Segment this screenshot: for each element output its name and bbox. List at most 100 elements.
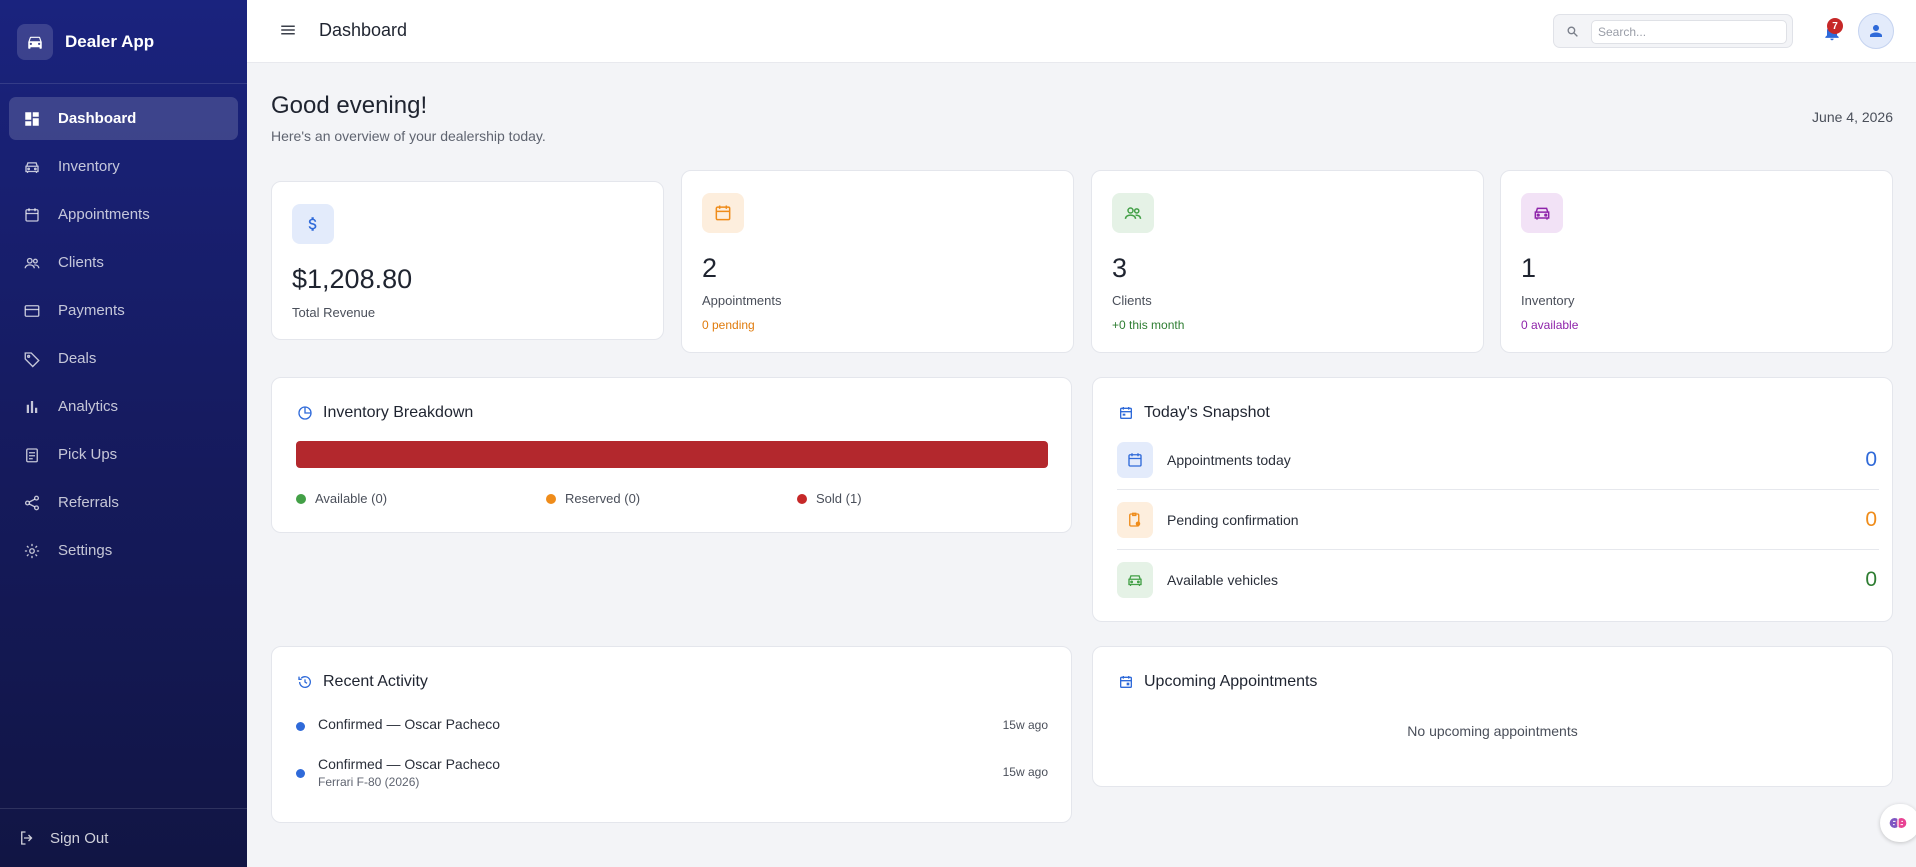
search-icon bbox=[1567, 26, 1578, 37]
bar-chart-icon bbox=[26, 400, 38, 413]
stat-card-appointments[interactable]: 2 Appointments 0 pending bbox=[681, 170, 1074, 353]
stat-value: 2 bbox=[702, 253, 718, 283]
clipboard-icon bbox=[26, 447, 38, 462]
sidebar-item-payments[interactable]: Payments bbox=[9, 289, 238, 332]
calendar-icon bbox=[1117, 441, 1153, 478]
activity-subtext: Ferrari F-80 (2026) bbox=[318, 775, 420, 789]
legend-label: Sold (1) bbox=[816, 491, 862, 506]
panel-title-text: Upcoming Appointments bbox=[1144, 673, 1318, 690]
greeting-subtitle: Here's an overview of your dealership to… bbox=[271, 128, 546, 144]
snapshot-value: 0 bbox=[1865, 507, 1877, 531]
user-icon bbox=[1870, 25, 1882, 37]
activity-dot bbox=[296, 722, 305, 731]
panel-title: Recent Activity bbox=[297, 673, 428, 691]
people-icon bbox=[24, 257, 40, 268]
top-bar: Dashboard 7 bbox=[247, 0, 1916, 63]
sidebar-item-label: Referrals bbox=[58, 494, 119, 511]
sidebar-item-label: Clients bbox=[58, 254, 104, 271]
legend-dot bbox=[546, 493, 556, 504]
stat-sub: +0 this month bbox=[1112, 318, 1185, 332]
sidebar-item-analytics[interactable]: Analytics bbox=[9, 385, 238, 428]
stat-card-clients[interactable]: 3 Clients +0 this month bbox=[1091, 170, 1484, 353]
stat-sub: 0 available bbox=[1521, 318, 1579, 332]
assistant-fab[interactable] bbox=[1880, 804, 1916, 842]
pie-chart-icon bbox=[298, 406, 312, 420]
people-icon bbox=[1112, 193, 1154, 233]
car-icon bbox=[1521, 193, 1563, 233]
tag-icon bbox=[24, 351, 40, 367]
panel-title-text: Recent Activity bbox=[323, 673, 428, 690]
stat-card-revenue[interactable]: $1,208.80 Total Revenue bbox=[271, 181, 664, 340]
sidebar-item-label: Payments bbox=[58, 302, 125, 319]
search-box bbox=[1553, 14, 1793, 48]
upcoming-appointments-panel: Upcoming Appointments No upcoming appoin… bbox=[1092, 646, 1893, 787]
search-input[interactable] bbox=[1591, 20, 1787, 44]
stat-label: Appointments bbox=[702, 293, 782, 308]
brain-icon bbox=[1889, 818, 1907, 828]
stat-label: Total Revenue bbox=[292, 305, 376, 320]
snapshot-row-appointments-today: Appointments today 0 bbox=[1117, 430, 1879, 490]
sidebar-item-label: Inventory bbox=[58, 158, 120, 175]
car-icon bbox=[1117, 562, 1153, 598]
share-icon bbox=[24, 495, 40, 510]
sidebar-item-pick-ups[interactable]: Pick Ups bbox=[9, 433, 238, 476]
car-icon bbox=[25, 161, 39, 173]
sidebar-item-referrals[interactable]: Referrals bbox=[9, 481, 238, 524]
panel-title: Upcoming Appointments bbox=[1118, 673, 1317, 691]
sidebar-item-label: Settings bbox=[58, 542, 113, 559]
stat-label: Clients bbox=[1112, 293, 1152, 308]
snapshot-label: Available vehicles bbox=[1167, 572, 1279, 588]
stat-label: Inventory bbox=[1521, 293, 1575, 308]
sidebar: Dealer App Dashboard Inventory Appointme… bbox=[0, 0, 247, 867]
avatar[interactable] bbox=[1858, 13, 1894, 49]
list-item[interactable]: Confirmed — Oscar Pacheco Ferrari F-80 (… bbox=[296, 756, 1048, 792]
legend-reserved: Reserved (0) bbox=[546, 491, 640, 506]
empty-state-message: No upcoming appointments bbox=[1407, 723, 1578, 739]
pending-clipboard-icon bbox=[1117, 501, 1153, 538]
snapshot-row-available-vehicles: Available vehicles 0 bbox=[1117, 550, 1879, 610]
sidebar-item-label: Analytics bbox=[58, 398, 119, 415]
sign-out-button[interactable]: Sign Out bbox=[0, 808, 247, 867]
calendar-icon bbox=[25, 207, 39, 222]
greeting-heading: Good evening! bbox=[271, 92, 428, 119]
sidebar-item-label: Dashboard bbox=[58, 110, 137, 127]
snapshot-value: 0 bbox=[1865, 568, 1877, 591]
sidebar-item-label: Deals bbox=[58, 350, 97, 367]
logout-icon bbox=[21, 831, 33, 845]
brand[interactable]: Dealer App bbox=[0, 0, 247, 84]
legend-dot bbox=[296, 493, 306, 504]
list-item[interactable]: Confirmed — Oscar Pacheco 15w ago bbox=[296, 716, 1048, 736]
stat-value: 1 bbox=[1521, 253, 1537, 283]
sidebar-nav: Dashboard Inventory Appointments Clients… bbox=[0, 84, 247, 572]
snapshot-label: Pending confirmation bbox=[1167, 511, 1299, 528]
sidebar-item-dashboard[interactable]: Dashboard bbox=[9, 97, 238, 140]
dashboard-icon bbox=[25, 111, 39, 126]
inventory-status-bar-sold bbox=[296, 441, 1048, 468]
sidebar-item-settings[interactable]: Settings bbox=[9, 529, 238, 572]
sidebar-item-label: Pick Ups bbox=[58, 446, 118, 463]
stat-value: $1,208.80 bbox=[292, 264, 413, 294]
sidebar-item-clients[interactable]: Clients bbox=[9, 241, 238, 284]
sidebar-item-appointments[interactable]: Appointments bbox=[9, 193, 238, 236]
legend-label: Available (0) bbox=[315, 491, 388, 506]
gear-icon bbox=[24, 543, 40, 558]
activity-time: 15w ago bbox=[1002, 765, 1048, 779]
dollar-icon bbox=[292, 204, 334, 244]
sidebar-item-deals[interactable]: Deals bbox=[9, 337, 238, 380]
hamburger-menu-icon[interactable] bbox=[279, 21, 297, 39]
calendar-today-icon bbox=[1120, 407, 1132, 419]
page-title: Dashboard bbox=[319, 20, 408, 40]
sidebar-item-label: Appointments bbox=[58, 206, 150, 223]
sidebar-item-inventory[interactable]: Inventory bbox=[9, 145, 238, 188]
notification-badge: 7 bbox=[1827, 18, 1843, 34]
stat-sub: 0 pending bbox=[702, 318, 755, 332]
activity-time: 15w ago bbox=[1002, 718, 1048, 732]
activity-text: Confirmed — Oscar Pacheco bbox=[318, 756, 501, 772]
legend-available: Available (0) bbox=[296, 491, 387, 506]
stat-value: 3 bbox=[1112, 253, 1128, 283]
legend-dot bbox=[797, 493, 807, 504]
sign-out-label: Sign Out bbox=[50, 829, 109, 847]
app-name: Dealer App bbox=[65, 31, 155, 51]
stat-card-inventory[interactable]: 1 Inventory 0 available bbox=[1500, 170, 1893, 353]
calendar-event-icon bbox=[1120, 676, 1132, 688]
